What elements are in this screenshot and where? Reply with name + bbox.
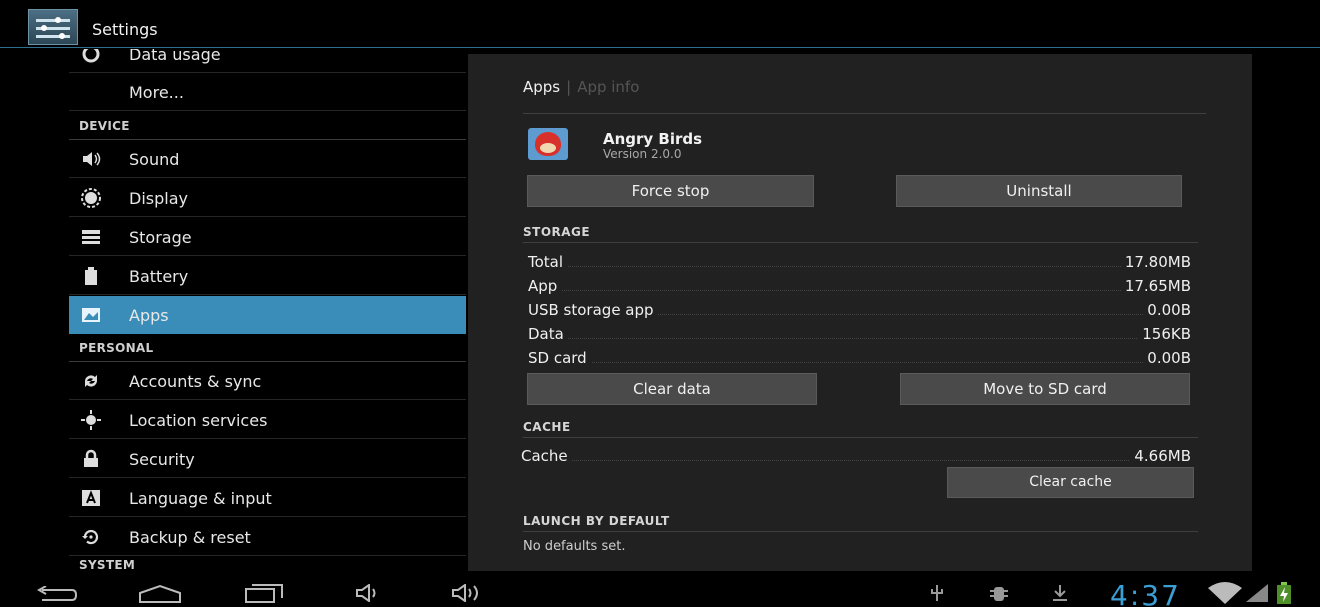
usb-icon	[931, 585, 943, 601]
sidebar-item-label: Battery	[129, 267, 189, 286]
section-header-launch: LAUNCH BY DEFAULT	[523, 514, 670, 528]
sync-icon	[85, 375, 97, 387]
launch-default-text: No defaults set.	[523, 539, 626, 554]
sidebar-item-accounts-sync[interactable]: Accounts & sync	[69, 362, 466, 400]
page-title: Settings	[92, 20, 158, 39]
sidebar-item-label: Storage	[129, 228, 192, 247]
sidebar-item-label: Display	[129, 189, 188, 208]
clear-cache-button[interactable]: Clear cache	[947, 467, 1194, 498]
speaker-icon	[83, 152, 101, 166]
sidebar-item-apps[interactable]: Apps	[69, 296, 466, 334]
battery-icon	[85, 267, 97, 285]
cache-row: Cache 4.66MB	[521, 447, 1191, 465]
divider	[523, 437, 1198, 438]
sidebar-item-label: Apps	[129, 306, 169, 325]
sidebar-item-data-usage[interactable]: Data usage	[69, 49, 466, 73]
storage-row-data: Data 156KB	[528, 325, 1191, 343]
sidebar-item-label: Location services	[129, 411, 268, 430]
sidebar-item-location[interactable]: Location services	[69, 401, 466, 439]
section-header-system: SYSTEM	[79, 558, 136, 572]
section-header-device: DEVICE	[69, 112, 466, 140]
data-usage-icon	[82, 49, 100, 63]
app-version: Version 2.0.0	[603, 147, 682, 161]
app-info-panel: Apps | App info Angry Birds Version 2.0.0 …	[468, 54, 1252, 571]
action-bar: Settings	[0, 0, 1320, 48]
storage-row-usb: USB storage app 0.00B	[528, 301, 1191, 319]
signal-icon	[1246, 584, 1268, 602]
home-icon[interactable]	[137, 584, 183, 604]
storage-row-app: App 17.65MB	[528, 277, 1191, 295]
storage-row-total: Total 17.80MB	[528, 253, 1191, 271]
sidebar-item-language[interactable]: Language & input	[69, 479, 466, 517]
sidebar-item-security[interactable]: Security	[69, 440, 466, 478]
sidebar-item-label: Sound	[129, 150, 180, 169]
battery-charging-icon	[1277, 582, 1291, 604]
sidebar-item-more[interactable]: More...	[69, 73, 466, 111]
settings-sidebar: Data usage More... DEVICE Sound Display …	[69, 49, 466, 576]
sidebar-item-label: Security	[129, 450, 195, 469]
sidebar-item-battery[interactable]: Battery	[69, 257, 466, 295]
location-icon	[81, 410, 101, 430]
sidebar-item-label: Language & input	[129, 489, 272, 508]
breadcrumb: Apps | App info	[523, 78, 640, 96]
move-to-sd-button[interactable]: Move to SD card	[900, 373, 1190, 405]
volume-down-icon[interactable]	[355, 584, 381, 602]
storage-row-sd-card: SD card 0.00B	[528, 349, 1191, 367]
divider	[523, 113, 1206, 114]
display-brightness-icon	[81, 188, 101, 208]
sidebar-item-label: More...	[129, 83, 184, 102]
section-header-storage: STORAGE	[523, 225, 591, 239]
sidebar-item-label: Backup & reset	[129, 528, 251, 547]
sidebar-item-label: Data usage	[129, 49, 221, 64]
sidebar-item-storage[interactable]: Storage	[69, 218, 466, 256]
force-stop-button[interactable]: Force stop	[527, 175, 814, 207]
divider	[523, 531, 1198, 532]
uninstall-button[interactable]: Uninstall	[896, 175, 1182, 207]
settings-sliders-icon[interactable]	[28, 9, 78, 45]
keyboard-icon	[82, 490, 100, 506]
back-icon[interactable]	[36, 586, 80, 604]
backup-icon	[82, 529, 99, 545]
debug-icon	[990, 587, 1008, 601]
sidebar-item-label: Accounts & sync	[129, 372, 262, 391]
app-name: Angry Birds	[603, 130, 703, 148]
storage-icon	[82, 230, 100, 244]
clear-data-button[interactable]: Clear data	[527, 373, 817, 405]
divider	[523, 242, 1198, 243]
apps-icon	[82, 308, 100, 322]
download-icon	[1053, 585, 1067, 601]
section-header-cache: CACHE	[523, 420, 571, 434]
volume-up-icon[interactable]	[451, 584, 487, 602]
sidebar-item-sound[interactable]: Sound	[69, 140, 466, 178]
angry-birds-app-icon	[528, 128, 568, 160]
lock-icon	[84, 449, 98, 467]
recent-apps-icon[interactable]	[244, 582, 284, 604]
breadcrumb-apps[interactable]: Apps	[523, 78, 560, 96]
clock: 4:37	[1110, 579, 1181, 607]
wifi-icon	[1208, 582, 1242, 604]
sidebar-item-display[interactable]: Display	[69, 179, 466, 217]
section-header-personal: PERSONAL	[69, 334, 466, 362]
breadcrumb-app-info: App info	[577, 78, 640, 96]
